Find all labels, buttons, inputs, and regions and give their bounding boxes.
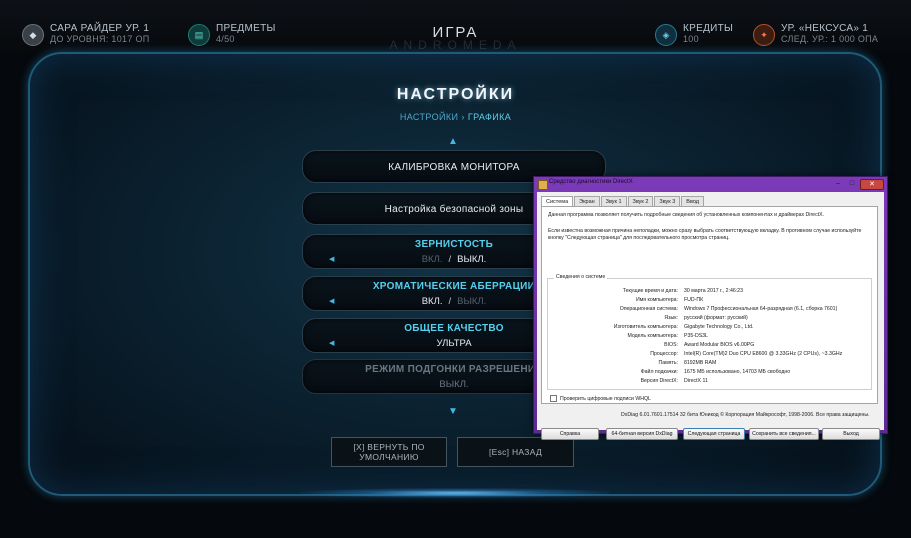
info-row: Язык: русский (формат: русский) (664, 315, 748, 321)
close-icon[interactable]: ✕ (860, 179, 884, 190)
hud-credits: ◈ КРЕДИТЫ 100 (655, 24, 733, 46)
next-page-button[interactable]: Следующая страница (683, 428, 745, 440)
exit-button[interactable]: Выход (822, 428, 880, 440)
dxdiag-intro: Данная программа позволяет получить подр… (548, 212, 825, 218)
nexus-level: УР. «НЕКСУСА» 1 (781, 23, 869, 34)
info-row: Текущие время и дата: 30 марта 2017 г., 2… (622, 288, 743, 294)
breadcrumb-separator: › (461, 112, 465, 122)
toggle-on[interactable]: ВКЛ. (422, 254, 443, 265)
dxdiag-body: Система Экран Звук 1 Звук 2 Звук 3 Ввод … (537, 192, 884, 440)
system-info-group: Сведения о системе Текущие время и дата:… (547, 274, 872, 390)
toggle-off[interactable]: ВЫКЛ. (457, 254, 486, 265)
whql-checkbox[interactable]: Проверить цифровые подписи WHQL (550, 395, 651, 402)
checkbox-box[interactable] (550, 395, 557, 402)
dxdiag-window: Средство диагностики DirectX – □ ✕ Систе… (533, 176, 888, 440)
top-hud: ◆ САРА РАЙДЕР УР. 1 ДО УРОВНЯ: 1017 ОП ▤… (0, 0, 911, 52)
toggle-on[interactable]: ВКЛ. (422, 296, 443, 307)
credits-label: КРЕДИТЫ (683, 23, 734, 34)
dxdiag-intro-hint: Если известна возможная причина неполадк… (548, 228, 862, 241)
info-row: Версия DirectX: DirectX 11 (640, 378, 708, 384)
toggle-separator: / (448, 254, 452, 265)
info-row: BIOS: Award Modular BIOS v6.00PG (664, 342, 755, 348)
breadcrumb: НАСТРОЙКИ › ГРАФИКА (0, 112, 911, 122)
whql-checkbox-label: Проверить цифровые подписи WHQL (560, 395, 651, 402)
page-title: НАСТРОЙКИ (396, 86, 515, 103)
maximize-icon[interactable]: □ (845, 179, 859, 188)
dxdiag-titlebar[interactable]: Средство диагностики DirectX – □ ✕ (534, 177, 887, 191)
nexus-next-level: СЛЕД. УР.: 1 000 ОПА (781, 34, 879, 44)
frame-glow (300, 488, 610, 498)
save-all-button[interactable]: Сохранить все сведения... (749, 428, 819, 440)
credits-icon: ◈ (655, 24, 677, 46)
info-row: Изготовитель компьютера: Gigabyte Technol… (613, 324, 754, 330)
info-row: Процессор: Intel(R) Core(TM)2 Duo CPU E86… (650, 351, 843, 357)
dxdiag-title: Средство диагностики DirectX (549, 179, 633, 185)
info-row: Память: 8192MB RAM (658, 360, 717, 366)
info-row: Файл подкачки: 1675 МБ использовано, 1470… (640, 369, 791, 375)
scroll-up-icon[interactable]: ▲ (446, 136, 460, 147)
dxdiag-version-footer: DxDiag 6.01.7601.17514 32 бита Юникод © … (621, 412, 870, 418)
back-button[interactable]: [Esc] НАЗАД (457, 437, 574, 467)
option-label: КАЛИБРОВКА МОНИТОРА (388, 162, 520, 173)
scroll-down-icon[interactable]: ▼ (446, 406, 460, 417)
dxdiag-app-icon (538, 180, 548, 190)
system-info-title: Сведения о системе (554, 274, 608, 280)
breadcrumb-root[interactable]: НАСТРОЙКИ (400, 112, 459, 122)
dxdiag-system-panel: Данная программа позволяет получить подр… (541, 206, 878, 404)
info-row: Модель компьютера: P35-DS3L (627, 333, 708, 339)
info-row: Операционная система: Windows 7 Профессио… (619, 306, 838, 312)
hud-nexus: ✦ УР. «НЕКСУСА» 1 СЛЕД. УР.: 1 000 ОПА (753, 24, 878, 46)
reset-defaults-button[interactable]: [X] ВЕРНУТЬ ПО УМОЛЧАНИЮ (331, 437, 447, 467)
help-button[interactable]: Справка (541, 428, 599, 440)
breadcrumb-current: ГРАФИКА (467, 112, 512, 122)
nexus-icon: ✦ (753, 24, 775, 46)
toggle-off[interactable]: ВЫКЛ. (457, 296, 486, 307)
info-row: Имя компьютера: FUD-ПК (635, 297, 704, 303)
credits-value: 100 (683, 34, 699, 44)
dxdiag-64bit-button[interactable]: 64-битная версия DxDiag (606, 428, 678, 440)
toggle-separator: / (448, 296, 452, 307)
minimize-icon[interactable]: – (831, 179, 845, 188)
